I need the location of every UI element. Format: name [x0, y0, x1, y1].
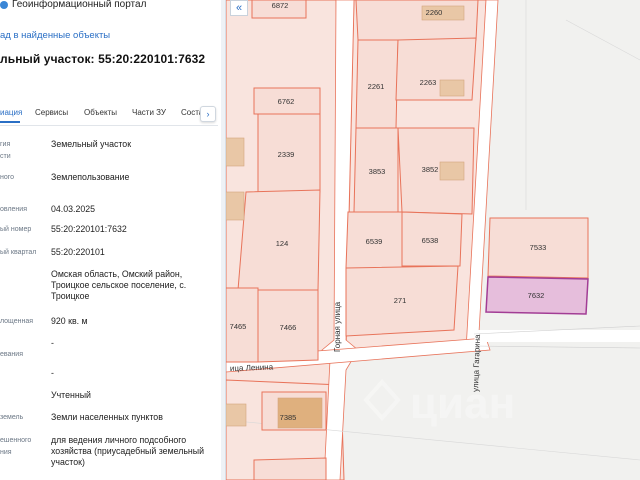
field-value: Земельный участок	[51, 139, 132, 149]
parcel-label: 2260	[426, 8, 443, 17]
tab-information-label: иация	[0, 108, 23, 117]
page-title: льный участок: 55:20:220101:7632	[0, 52, 206, 66]
field-label: евания	[0, 351, 23, 358]
field-label: ый номер	[0, 226, 32, 233]
field-value: Землепользование	[51, 172, 130, 182]
cadastral-map[interactable]: 6872 2260 2261 2263 6762 2339 3853 3852 …	[226, 0, 640, 480]
parcel-label: 7632	[528, 291, 545, 300]
parcel-label: 7466	[280, 323, 297, 332]
back-to-results-link[interactable]: ад в найденные объекты	[0, 30, 110, 41]
parcel-label: 6762	[278, 97, 295, 106]
collapse-panel-button[interactable]: «	[230, 0, 248, 16]
parcel-label: 6539	[366, 237, 383, 246]
field-label: ый квартал	[0, 249, 37, 256]
parcel-label: 6538	[422, 236, 439, 245]
watermark-text: циан	[410, 379, 515, 428]
map-canvas: 6872 2260 2261 2263 6762 2339 3853 3852 …	[226, 0, 640, 480]
field-label: ного	[0, 174, 15, 181]
field-value: 55:20:220101:7632	[51, 224, 127, 234]
field-label: гия	[0, 141, 11, 148]
tab-active-indicator	[0, 121, 20, 123]
field-value: Омская область, Омский район, Троицкое с…	[51, 269, 187, 301]
parcel-label: 2339	[278, 150, 295, 159]
field-label: ешенного	[0, 437, 32, 444]
parcel-label: 7465	[230, 322, 247, 331]
tab-objects[interactable]: Объекты	[84, 108, 117, 117]
field-value: Учтенный	[51, 390, 91, 400]
parcel-label: 2261	[368, 82, 385, 91]
parcel-label: 6872	[272, 1, 289, 10]
field-value: 55:20:220101	[51, 247, 105, 257]
portal-header: Геоинформационный портал	[0, 0, 225, 14]
tab-parts[interactable]: Части ЗУ	[132, 108, 166, 117]
portal-logo-icon	[0, 1, 8, 9]
field-value: -	[51, 338, 54, 348]
field-label: ния	[0, 449, 12, 456]
field-value: Земли населенных пунктов	[51, 412, 163, 422]
field-value: 04.03.2025	[51, 204, 96, 214]
field-label: земель	[0, 414, 24, 421]
tab-information[interactable]: иация	[0, 108, 23, 123]
portal-title: Геоинформационный портал	[12, 0, 147, 10]
field-label: овления	[0, 206, 27, 213]
parcel-label: 7385	[280, 413, 297, 422]
field-value: -	[51, 368, 54, 378]
tab-bar: иация Сервисы Объекты Части ЗУ Соста	[0, 102, 218, 126]
parcel-label: 124	[276, 239, 289, 248]
field-label: сти	[0, 153, 11, 160]
tabs-next-button[interactable]: ›	[200, 106, 216, 122]
street-label-gornaya: Горная улица	[333, 301, 342, 352]
parcel-label: 3852	[422, 165, 439, 174]
field-value: 920 кв. м	[51, 316, 88, 326]
field-label: лощенная	[0, 318, 34, 325]
tab-services[interactable]: Сервисы	[35, 108, 68, 117]
parcel-label: 271	[394, 296, 407, 305]
parcel-label: 3853	[369, 167, 386, 176]
parcel-label: 7533	[530, 243, 547, 252]
field-value: для ведения личного подсобного хозяйства…	[51, 435, 205, 467]
info-panel: Геоинформационный портал ад в найденные …	[0, 0, 226, 480]
parcel-label: 2263	[420, 78, 437, 87]
street-label-lenina: ица Ленина	[230, 362, 274, 373]
